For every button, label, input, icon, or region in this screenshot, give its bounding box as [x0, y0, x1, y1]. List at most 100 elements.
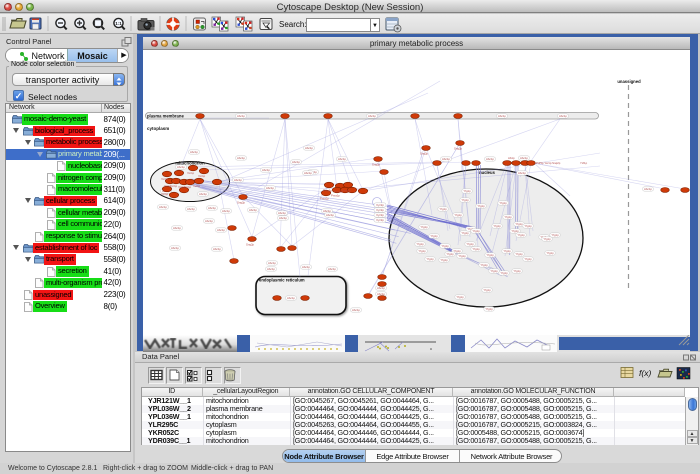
svg-text:Snq2p: Snq2p	[246, 243, 255, 247]
svg-text:Xyz2p: Xyz2p	[376, 218, 384, 222]
svg-text:Yfg1p: Yfg1p	[543, 237, 551, 241]
svg-text:Yfg1p: Yfg1p	[420, 225, 428, 229]
svg-text:Yfg1p: Yfg1p	[504, 215, 512, 219]
svg-text:Abc1p: Abc1p	[205, 219, 213, 223]
svg-text:Yfg1p: Yfg1p	[503, 249, 511, 253]
svg-text:Yfg1p: Yfg1p	[416, 242, 424, 246]
svg-text:Yfg1p: Yfg1p	[446, 252, 454, 256]
svg-text:Pma1p: Pma1p	[331, 194, 340, 198]
svg-text:Yor1p: Yor1p	[184, 185, 192, 189]
svg-text:Yfg1p: Yfg1p	[490, 269, 498, 273]
svg-text:Xyz2p: Xyz2p	[376, 208, 384, 212]
svg-text:Ab1p: Ab1p	[508, 156, 515, 160]
svg-text:Yfg1p: Yfg1p	[493, 224, 501, 228]
svg-text:Abc1p: Abc1p	[208, 206, 216, 210]
svg-text:Abc1p: Abc1p	[268, 261, 276, 265]
svg-text:Ycf1p: Ycf1p	[580, 161, 588, 165]
svg-text:Abc1p: Abc1p	[559, 114, 567, 118]
svg-text:unassigned: unassigned	[617, 79, 641, 84]
svg-text:Yfg1p: Yfg1p	[546, 251, 554, 255]
svg-text:Abc1p: Abc1p	[237, 156, 245, 160]
svg-text:Yfg1p: Yfg1p	[499, 201, 507, 205]
svg-text:Abc1p: Abc1p	[328, 267, 336, 271]
svg-text:Abc1p: Abc1p	[199, 192, 207, 196]
svg-text:Abc1p: Abc1p	[187, 207, 195, 211]
svg-text:1:1: 1:1	[115, 21, 122, 26]
svg-text:Abc1p: Abc1p	[266, 186, 274, 190]
svg-text:Yor1p: Yor1p	[187, 171, 195, 175]
svg-text:Abc1p: Abc1p	[217, 228, 225, 232]
svg-text:Snq2p: Snq2p	[372, 163, 381, 167]
svg-text:Yor1p: Yor1p	[198, 174, 206, 178]
svg-text:Yfg1p: Yfg1p	[426, 257, 434, 261]
svg-text:Yfg1p: Yfg1p	[466, 242, 474, 246]
svg-text:Abc1p: Abc1p	[267, 267, 275, 271]
svg-text:nucleus: nucleus	[479, 170, 495, 175]
svg-text:Yfg1p: Yfg1p	[463, 189, 471, 193]
svg-text:Yfg1p: Yfg1p	[517, 233, 525, 237]
svg-text:Abc1p: Abc1p	[159, 205, 167, 209]
svg-text:Yfg1p: Yfg1p	[430, 234, 438, 238]
svg-text:Abc1p: Abc1p	[279, 216, 287, 220]
svg-text:Abc1p: Abc1p	[486, 157, 494, 161]
svg-text:Abc1p: Abc1p	[338, 157, 346, 161]
svg-text:Abc1p: Abc1p	[326, 213, 334, 217]
svg-text:Snq2p: Snq2p	[454, 147, 463, 151]
svg-text:Abc1p: Abc1p	[177, 165, 185, 169]
svg-text:cytoplasm: cytoplasm	[147, 126, 169, 131]
svg-text:Abc1p: Abc1p	[498, 114, 506, 118]
svg-text:Yfg1p: Yfg1p	[461, 198, 469, 202]
svg-text:Xyz2p: Xyz2p	[376, 213, 384, 217]
svg-text:Yfg1p: Yfg1p	[524, 257, 532, 261]
svg-text:Abc1p: Abc1p	[287, 296, 295, 300]
svg-text:Yfg1p: Yfg1p	[480, 263, 488, 267]
svg-text:Yfg1p: Yfg1p	[454, 213, 462, 217]
svg-text:Yfg1p: Yfg1p	[483, 288, 491, 292]
svg-text:Yfg1p: Yfg1p	[441, 244, 449, 248]
svg-text:Abc1p: Abc1p	[352, 308, 360, 312]
svg-text:Yfg1p: Yfg1p	[418, 249, 426, 253]
svg-text:Abc1p: Abc1p	[518, 171, 526, 175]
svg-text:plasma membrane: plasma membrane	[147, 114, 184, 119]
svg-text:Yfg1p: Yfg1p	[513, 269, 521, 273]
svg-text:Xyz2p: Xyz2p	[376, 203, 384, 207]
svg-text:Yfg1p: Yfg1p	[477, 204, 485, 208]
svg-text:Yfg1p: Yfg1p	[458, 254, 466, 258]
svg-text:endoplasmic reticulum: endoplasmic reticulum	[259, 278, 305, 283]
svg-text:Yor1p: Yor1p	[161, 177, 169, 181]
svg-text:Abc1p: Abc1p	[171, 246, 179, 250]
svg-text:Pma1p: Pma1p	[342, 189, 351, 193]
svg-text:Pdr5p Yor1p Snq2p: Pdr5p Yor1p Snq2p	[536, 161, 561, 165]
svg-text:Pma1p: Pma1p	[323, 189, 332, 193]
svg-text:Yfg1p: Yfg1p	[440, 258, 448, 262]
svg-text:Abc1p: Abc1p	[249, 208, 257, 212]
svg-text:Abc1p: Abc1p	[304, 171, 312, 175]
svg-text:Yfg1p: Yfg1p	[551, 233, 559, 237]
svg-text:Abc1p: Abc1p	[237, 114, 245, 118]
svg-text:f(x): f(x)	[639, 368, 651, 378]
svg-text:Abc1p: Abc1p	[262, 168, 270, 172]
svg-text:Abc1p: Abc1p	[520, 156, 528, 160]
svg-text:Yfg1p: Yfg1p	[456, 295, 464, 299]
svg-text:Yfg1p: Yfg1p	[515, 252, 523, 256]
svg-text:Abc1p: Abc1p	[234, 178, 242, 182]
svg-text:Yfg1p: Yfg1p	[439, 207, 447, 211]
svg-text:Abc1p: Abc1p	[644, 187, 652, 191]
svg-text:Abc1p: Abc1p	[368, 114, 376, 118]
svg-text:Yfg1p: Yfg1p	[461, 231, 469, 235]
svg-text:Yfg1p: Yfg1p	[486, 253, 494, 257]
svg-text:Yfg1p: Yfg1p	[472, 247, 480, 251]
svg-text:Abc1p: Abc1p	[190, 150, 198, 154]
svg-text:Snq2p: Snq2p	[237, 201, 246, 205]
svg-text:Yfg1p: Yfg1p	[485, 307, 493, 311]
svg-text:Pma1p: Pma1p	[320, 197, 329, 201]
svg-text:Abc1p: Abc1p	[442, 157, 450, 161]
svg-text:Abc1p: Abc1p	[278, 211, 286, 215]
svg-text:Yfg1p: Yfg1p	[472, 229, 480, 233]
svg-text:Yfg1p: Yfg1p	[524, 224, 532, 228]
svg-text:Yor1p: Yor1p	[161, 192, 169, 196]
svg-text:Abc1p: Abc1p	[305, 146, 313, 150]
svg-text:Abc1p: Abc1p	[292, 160, 300, 164]
svg-text:Yor1p: Yor1p	[170, 184, 178, 188]
svg-text:Abc1p: Abc1p	[302, 265, 310, 269]
